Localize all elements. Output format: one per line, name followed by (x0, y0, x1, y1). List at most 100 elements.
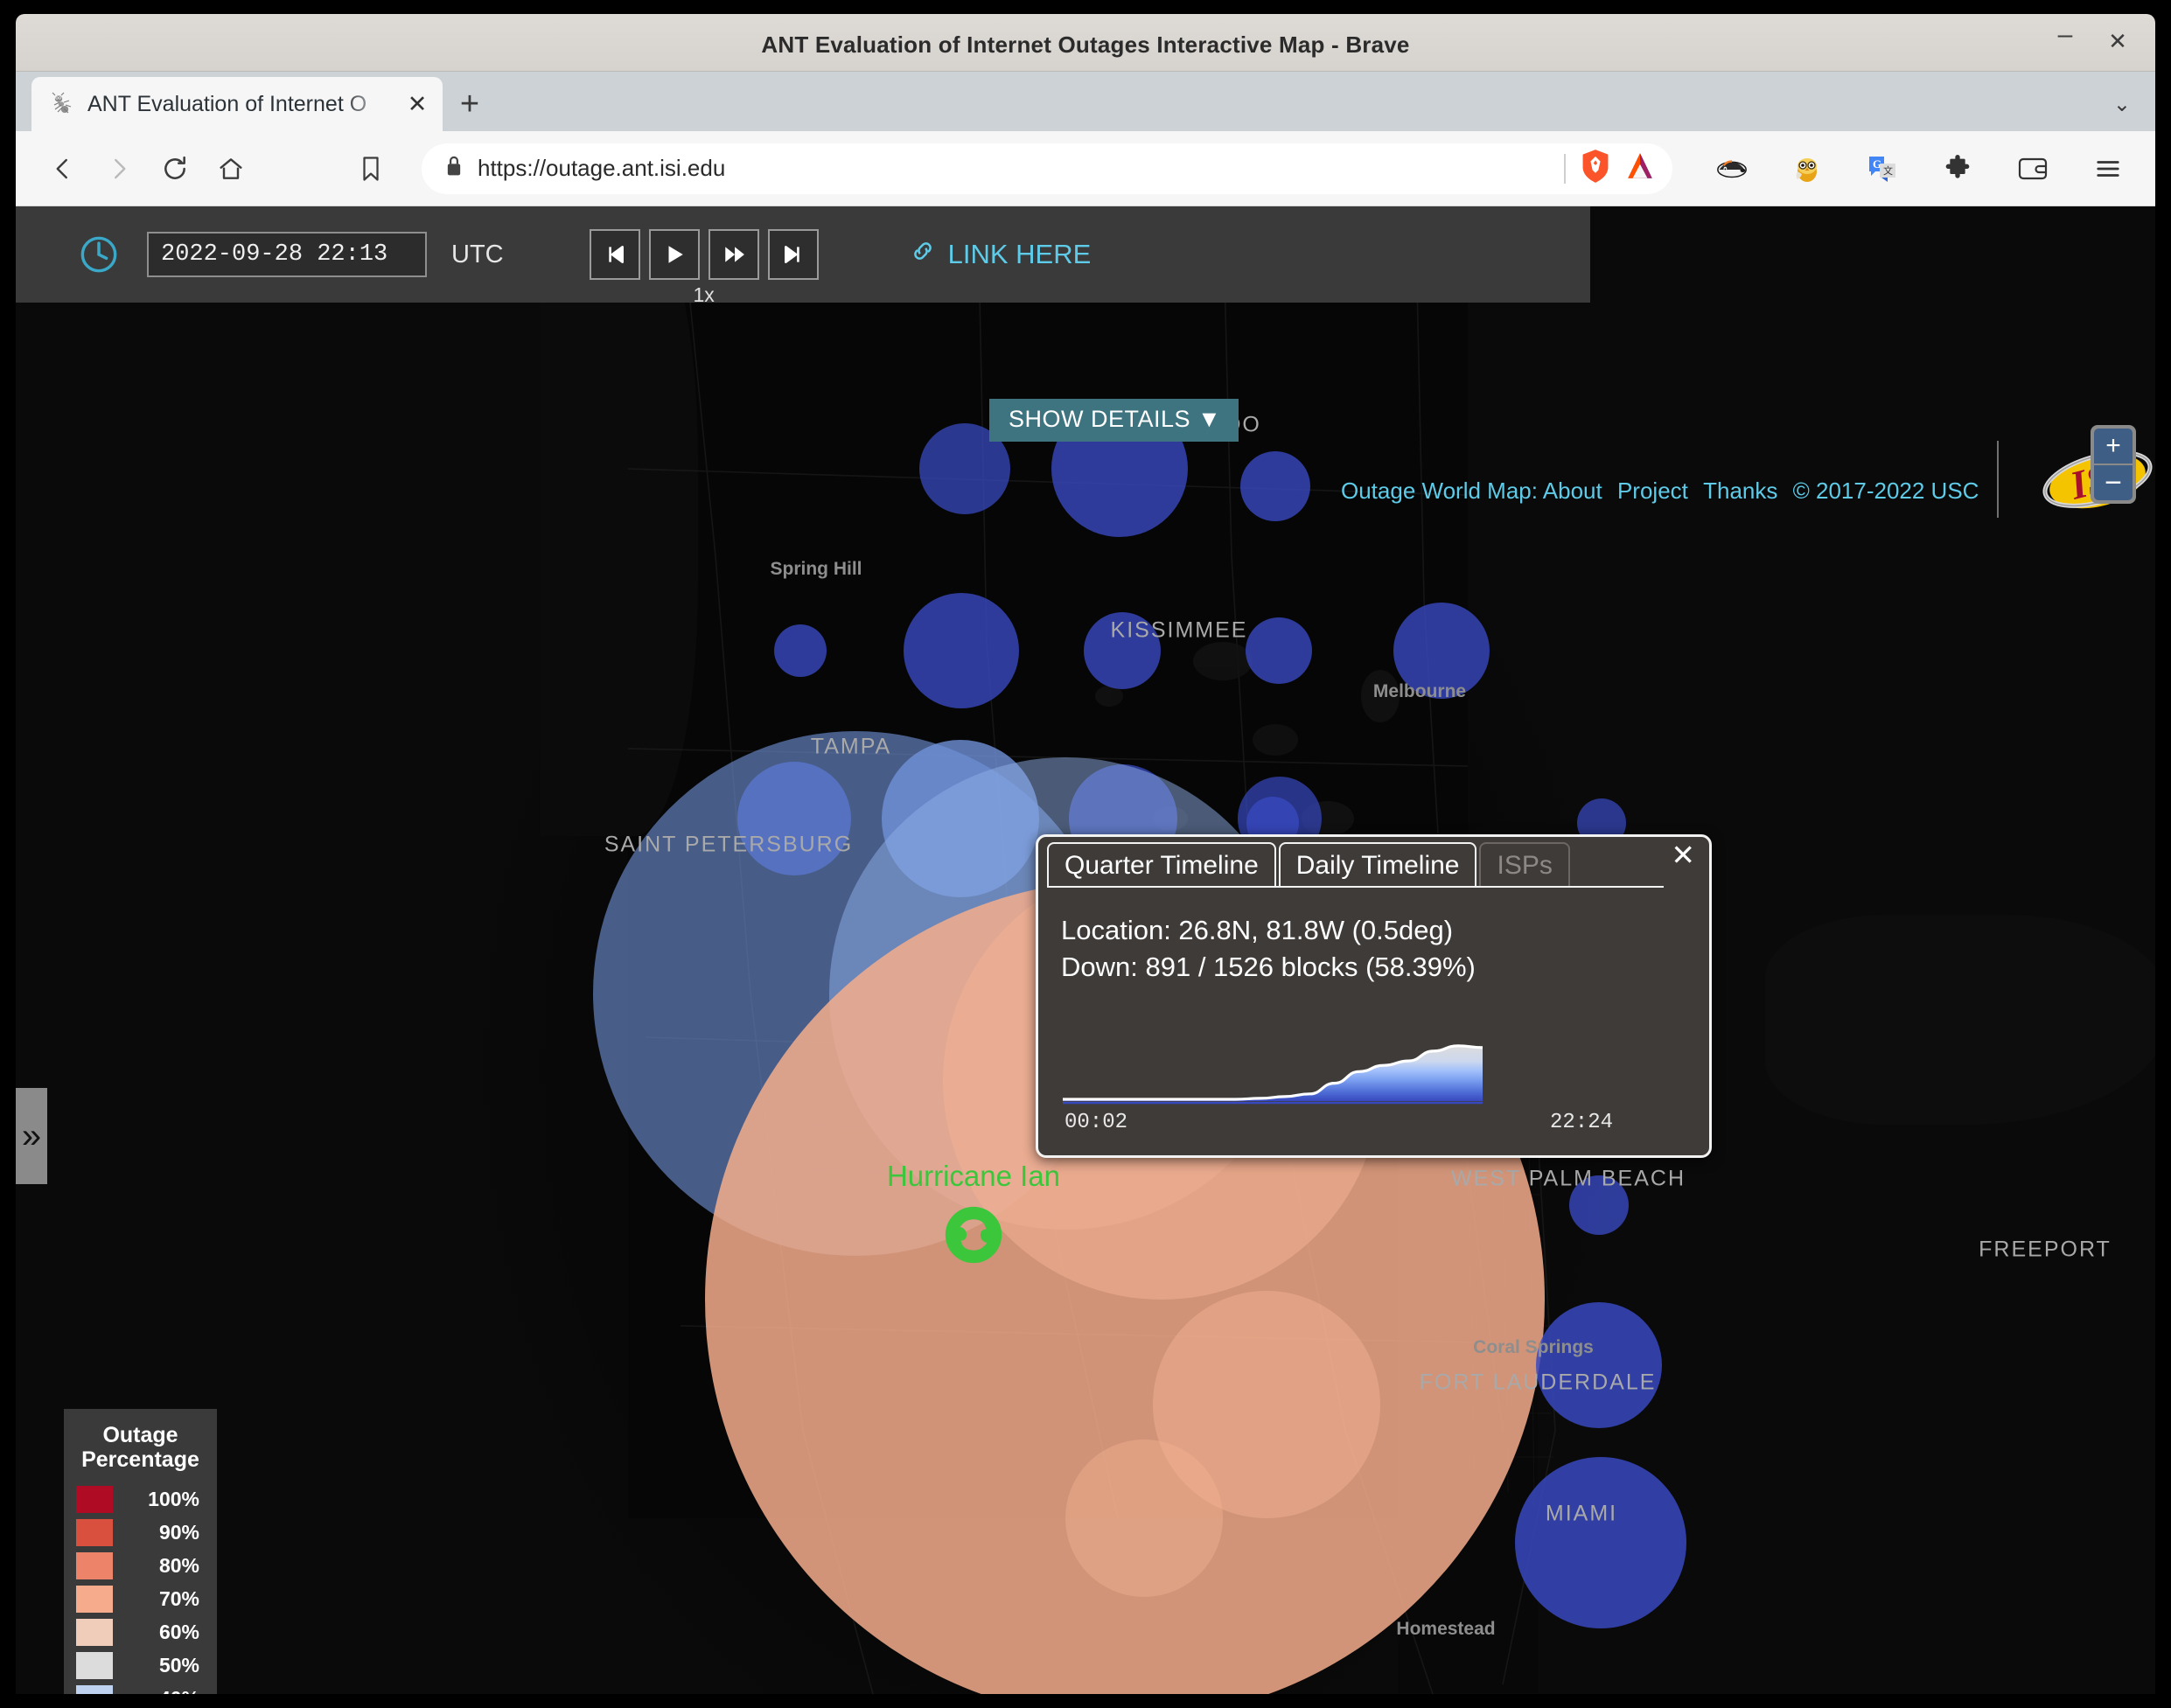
skip-to-end-button[interactable] (767, 229, 819, 280)
clock-icon (79, 234, 119, 275)
new-tab-button[interactable]: + (443, 77, 497, 131)
legend-swatch (76, 1518, 113, 1546)
footer-copyright: © 2017-2022 USC (1792, 478, 1979, 504)
legend-row: 100% (76, 1482, 205, 1516)
show-details-button[interactable]: SHOW DETAILS ▼ (989, 399, 1239, 442)
window-title: ANT Evaluation of Internet Outages Inter… (761, 31, 1410, 58)
address-divider (1564, 153, 1566, 184)
outage-detail-popup: Quarter Timeline Daily Timeline ISPs ✕ L… (1036, 834, 1712, 1158)
popup-close-icon[interactable]: ✕ (1671, 840, 1695, 869)
outage-bubble[interactable] (1065, 1440, 1223, 1597)
legend-row: 40% (76, 1682, 205, 1694)
outage-bubble[interactable] (1246, 617, 1312, 684)
popup-tabs: Quarter Timeline Daily Timeline ISPs ✕ (1038, 837, 1709, 888)
bookmark-icon[interactable] (343, 141, 399, 197)
browser-tab[interactable]: ANT Evaluation of Internet O ✕ (31, 77, 443, 131)
legend-value: 50% (158, 1653, 199, 1677)
navigation-bar: https://outage.ant.isi.edu G 文 (16, 131, 2155, 206)
zoom-out-button[interactable]: − (2094, 465, 2133, 500)
playback-controls: 1x (589, 229, 819, 306)
legend-row: 70% (76, 1582, 205, 1615)
owl-extension-icon[interactable] (1779, 141, 1835, 197)
legend-title-line1: Outage (102, 1423, 178, 1447)
browser-menu-icon[interactable] (2080, 141, 2136, 197)
legend-swatch (76, 1618, 113, 1646)
legend-swatch (76, 1651, 113, 1679)
close-window-button[interactable]: ✕ (2103, 26, 2133, 56)
sparkline-end-time: 22:24 (1549, 1111, 1613, 1134)
daily-timeline-sparkline[interactable] (1063, 1008, 1483, 1105)
legend-value: 100% (148, 1487, 199, 1510)
legend-swatch (76, 1684, 113, 1694)
legend-value: 80% (158, 1553, 199, 1577)
tab-strip: ANT Evaluation of Internet O ✕ + ⌄ (16, 72, 2155, 131)
legend-swatch (76, 1551, 113, 1579)
legend-title-line2: Percentage (81, 1447, 199, 1472)
outage-bubble[interactable] (1084, 612, 1161, 689)
url-text: https://outage.ant.isi.edu (478, 155, 726, 181)
brave-shield-icon[interactable] (1580, 149, 1611, 188)
legend-swatch (76, 1485, 113, 1513)
browser-window: ANT Evaluation of Internet Outages Inter… (16, 14, 2155, 1694)
legend-rows: 100%90%80%70%60%50%40%30%20%10%0% (76, 1482, 205, 1694)
zoom-controls: + − (2091, 425, 2136, 504)
datetime-input[interactable]: 2022-09-28 22:13 (147, 232, 427, 277)
popup-body: Location: 26.8N, 81.8W (0.5deg) Down: 89… (1038, 888, 1709, 1155)
wallet-icon[interactable] (2005, 141, 2061, 197)
tab-daily-timeline[interactable]: Daily Timeline (1278, 842, 1477, 888)
forward-arrow-icon (91, 141, 147, 197)
tab-quarter-timeline[interactable]: Quarter Timeline (1047, 842, 1276, 888)
title-bar: ANT Evaluation of Internet Outages Inter… (16, 14, 2155, 72)
back-arrow-icon[interactable] (35, 141, 91, 197)
privacy-badger-icon[interactable] (1704, 141, 1760, 197)
reload-icon[interactable] (147, 141, 203, 197)
legend-row: 60% (76, 1615, 205, 1649)
lock-icon (444, 155, 464, 182)
window-controls: – ✕ (2050, 22, 2133, 56)
google-translate-icon[interactable]: G 文 (1854, 141, 1910, 197)
skip-to-start-button[interactable] (589, 229, 640, 280)
outage-bubble[interactable] (1536, 1302, 1662, 1428)
extensions-puzzle-icon[interactable] (1930, 141, 1986, 197)
bat-rewards-icon[interactable] (1623, 150, 1657, 186)
footer-link-thanks[interactable]: Thanks (1703, 478, 1777, 504)
outage-bubble[interactable] (774, 624, 827, 677)
link-here-label: LINK HERE (947, 239, 1092, 269)
popup-down-line: Down: 891 / 1526 blocks (58.39%) (1061, 952, 1476, 983)
link-chain-icon (910, 238, 936, 271)
legend-value: 70% (158, 1586, 199, 1610)
outage-bubble[interactable] (1393, 603, 1490, 699)
fast-forward-button[interactable] (708, 229, 759, 280)
legend-value: 90% (158, 1520, 199, 1544)
outage-bubble[interactable] (904, 593, 1019, 708)
minimize-button[interactable]: – (2050, 22, 2080, 56)
tab-isps: ISPs (1479, 842, 1570, 888)
footer-link-about[interactable]: About (1543, 478, 1602, 504)
home-icon[interactable] (203, 141, 259, 197)
footer-links: Outage World Map: About Project Thanks ©… (1341, 478, 1979, 505)
playback-speed-label: 1x (693, 283, 715, 306)
close-icon[interactable]: ✕ (404, 92, 430, 116)
footer-link-project[interactable]: Project (1617, 478, 1688, 504)
play-button[interactable] (648, 229, 700, 280)
legend-row: 50% (76, 1649, 205, 1682)
outage-bubble[interactable] (1569, 1175, 1629, 1235)
legend-row: 90% (76, 1516, 205, 1549)
chevron-double-right-icon: » (21, 1116, 42, 1155)
legend-value: 40% (113, 1687, 205, 1695)
expand-panel-handle[interactable]: » (16, 1088, 47, 1184)
extensions-toolbar: G 文 (1685, 141, 2136, 197)
link-here-button[interactable]: LINK HERE (910, 238, 1092, 271)
legend-value: 60% (158, 1620, 199, 1643)
outage-bubble[interactable] (1515, 1457, 1686, 1628)
sparkline-start-time: 00:02 (1065, 1111, 1128, 1134)
zoom-in-button[interactable]: + (2094, 429, 2133, 464)
outage-map-app: ORLANDOKISSIMMEESpring HillMelbourneTAMP… (16, 206, 2155, 1694)
address-bar[interactable]: https://outage.ant.isi.edu (422, 143, 1672, 194)
ant-icon (49, 91, 75, 117)
legend: Outage Percentage 100% 90% 80% 70% 60% 50% 40%… (64, 1409, 217, 1694)
tab-title: ANT Evaluation of Internet O (87, 91, 367, 116)
tab-list-chevron-down-icon[interactable]: ⌄ (2113, 92, 2131, 117)
legend-title: Outage Percentage (76, 1423, 205, 1472)
outage-bubble[interactable] (1240, 451, 1310, 521)
